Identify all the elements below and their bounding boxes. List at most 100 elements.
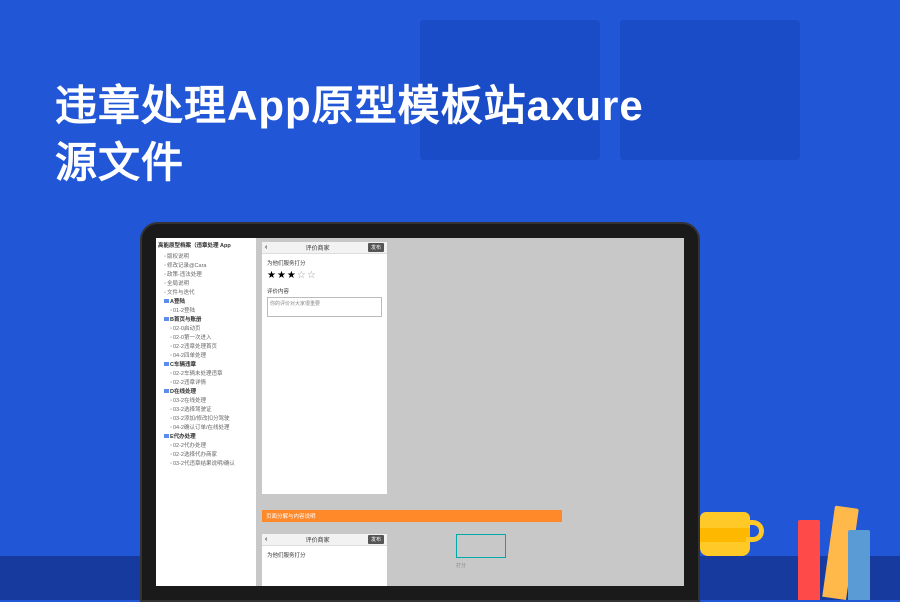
tree-item-label: 03-2选择驾驶证 xyxy=(173,407,212,413)
tree-item-label: 02-0第一次进入 xyxy=(173,335,212,341)
page-icon: ▫ xyxy=(170,461,172,467)
phone-header-title-2: 评价商家 xyxy=(267,535,368,544)
page-icon: ▫ xyxy=(170,353,172,359)
page-icon: ▫ xyxy=(170,398,172,404)
tree-item-label: 03-2添加/修改扣分驾驶 xyxy=(173,416,230,422)
content-label: 评价内容 xyxy=(267,287,382,295)
page-tree-sidebar[interactable]: 高能原型档案（违章处理 App ▫版权说明▫修改记录@Cara▫政策-违法处理▫… xyxy=(156,238,256,586)
tree-item-label: 政策-违法处理 xyxy=(167,272,202,278)
page-icon: ▫ xyxy=(170,416,172,422)
star-rating[interactable]: ★★★☆☆ xyxy=(267,270,382,281)
star-empty-icon[interactable]: ☆☆ xyxy=(297,270,317,281)
annotation-text: 打分 xyxy=(456,562,466,569)
page-icon: ▫ xyxy=(170,308,172,314)
page-icon: ▫ xyxy=(170,371,172,377)
tree-item[interactable]: B首页与账册 xyxy=(158,314,254,323)
tree-item-label: 02-0启动页 xyxy=(173,326,201,332)
tree-item-label: E代办处理 xyxy=(170,434,196,440)
tree-item-label: D在线处理 xyxy=(170,389,196,395)
axure-screen: 高能原型档案（违章处理 App ▫版权说明▫修改记录@Cara▫政策-违法处理▫… xyxy=(156,238,684,586)
sidebar-header: 高能原型档案（违章处理 App xyxy=(158,241,254,249)
tree-item[interactable]: E代办处理 xyxy=(158,431,254,440)
title-line-1: 违章处理App原型模板站axure xyxy=(55,82,644,129)
publish-button-2[interactable]: 发布 xyxy=(368,535,384,544)
tree-item-label: 版权说明 xyxy=(167,254,189,260)
rating-label-2: 为他们服务打分 xyxy=(267,551,382,559)
phone-mockup-2: ‹ 评价商家 发布 为他们服务打分 xyxy=(262,534,387,586)
tree-item[interactable]: ▫02-2违章详情 xyxy=(158,377,254,386)
page-icon: ▫ xyxy=(170,443,172,449)
review-textarea[interactable]: 你的评价对大家很重要 xyxy=(267,297,382,317)
laptop-bezel: 高能原型档案（违章处理 App ▫版权说明▫修改记录@Cara▫政策-违法处理▫… xyxy=(140,222,700,602)
tree-item[interactable]: ▫03-2在线处理 xyxy=(158,395,254,404)
tree-item-label: C车辆违章 xyxy=(170,362,196,368)
page-icon: ▫ xyxy=(170,407,172,413)
tree-item[interactable]: D在线处理 xyxy=(158,386,254,395)
annotation-bar: 页面分解与内容说明 xyxy=(262,510,562,522)
laptop-mockup: 高能原型档案（违章处理 App ▫版权说明▫修改记录@Cara▫政策-违法处理▫… xyxy=(140,222,700,602)
tree-item[interactable]: ▫04-2确认订单/在线处理 xyxy=(158,422,254,431)
tree-item[interactable]: ▫03-2添加/修改扣分驾驶 xyxy=(158,413,254,422)
publish-button[interactable]: 发布 xyxy=(368,243,384,252)
page-icon: ▫ xyxy=(164,272,166,278)
star-filled-icon[interactable]: ★★★ xyxy=(267,270,297,281)
phone-body-2: 为他们服务打分 xyxy=(262,546,387,567)
tree-item-label: 02-2选择代办商家 xyxy=(173,452,217,458)
tree-item[interactable]: ▫文件与迭代 xyxy=(158,287,254,296)
tree-item[interactable]: ▫版权说明 xyxy=(158,251,254,260)
folder-icon xyxy=(164,317,169,321)
annotation-callout xyxy=(456,534,506,558)
canvas-preview[interactable]: ‹ 评价商家 发布 为他们服务打分 ★★★☆☆ 评价内容 你的评价对大家很重要 xyxy=(256,238,684,586)
tree-item-label: 02-2违章详情 xyxy=(173,380,206,386)
tree-item[interactable]: ▫03-2选择驾驶证 xyxy=(158,404,254,413)
page-icon: ▫ xyxy=(164,290,166,296)
tree-item[interactable]: ▫02-2违章处理首页 xyxy=(158,341,254,350)
tree-item-label: 04-2确认订单/在线处理 xyxy=(173,425,230,431)
tree-item[interactable]: ▫政策-违法处理 xyxy=(158,269,254,278)
tree-item-label: 01-2登陆 xyxy=(173,308,195,314)
folder-icon xyxy=(164,362,169,366)
tree-item-label: 02-2车辆未处理违章 xyxy=(173,371,223,377)
tree-item[interactable]: ▫02-2代办处理 xyxy=(158,440,254,449)
tree-item-label: A登陆 xyxy=(170,299,185,305)
coffee-mug-decoration xyxy=(700,512,750,556)
tree-item[interactable]: ▫01-2登陆 xyxy=(158,305,254,314)
title-line-2: 源文件 xyxy=(55,139,184,186)
tree-item-label: 03-2代违章结果说明/确认 xyxy=(173,461,235,467)
page-icon: ▫ xyxy=(170,380,172,386)
tree-item-label: 02-2代办处理 xyxy=(173,443,206,449)
phone-mockup-1: ‹ 评价商家 发布 为他们服务打分 ★★★☆☆ 评价内容 你的评价对大家很重要 xyxy=(262,242,387,494)
tree-item[interactable]: C车辆违章 xyxy=(158,359,254,368)
page-icon: ▫ xyxy=(164,281,166,287)
page-title: 违章处理App原型模板站axure 源文件 xyxy=(55,78,644,191)
tree-item[interactable]: ▫02-0第一次进入 xyxy=(158,332,254,341)
tree-item-label: 02-2违章处理首页 xyxy=(173,344,217,350)
page-icon: ▫ xyxy=(170,425,172,431)
tree-item[interactable]: ▫03-2代违章结果说明/确认 xyxy=(158,458,254,467)
phone-body: 为他们服务打分 ★★★☆☆ 评价内容 你的评价对大家很重要 xyxy=(262,254,387,322)
phone-header: ‹ 评价商家 发布 xyxy=(262,242,387,254)
tree-item[interactable]: A登陆 xyxy=(158,296,254,305)
folder-icon xyxy=(164,389,169,393)
page-icon: ▫ xyxy=(164,254,166,260)
tree-item-label: 文件与迭代 xyxy=(167,290,195,296)
tree-item[interactable]: ▫04-2四单处理 xyxy=(158,350,254,359)
tree-item-label: 03-2在线处理 xyxy=(173,398,206,404)
tree-item-label: 全局说明 xyxy=(167,281,189,287)
phone-header-title: 评价商家 xyxy=(267,243,368,252)
tree-item[interactable]: ▫02-2车辆未处理违章 xyxy=(158,368,254,377)
page-icon: ▫ xyxy=(170,335,172,341)
page-icon: ▫ xyxy=(170,344,172,350)
tree-item[interactable]: ▫02-2选择代办商家 xyxy=(158,449,254,458)
page-icon: ▫ xyxy=(164,263,166,269)
tree-item-label: 04-2四单处理 xyxy=(173,353,206,359)
page-icon: ▫ xyxy=(170,452,172,458)
phone-header-2: ‹ 评价商家 发布 xyxy=(262,534,387,546)
rating-label: 为他们服务打分 xyxy=(267,259,382,267)
tree-item[interactable]: ▫全局说明 xyxy=(158,278,254,287)
tree-item-label: 修改记录@Cara xyxy=(167,263,207,269)
page-icon: ▫ xyxy=(170,326,172,332)
tree-item[interactable]: ▫修改记录@Cara xyxy=(158,260,254,269)
review-placeholder: 你的评价对大家很重要 xyxy=(270,301,320,307)
tree-item[interactable]: ▫02-0启动页 xyxy=(158,323,254,332)
